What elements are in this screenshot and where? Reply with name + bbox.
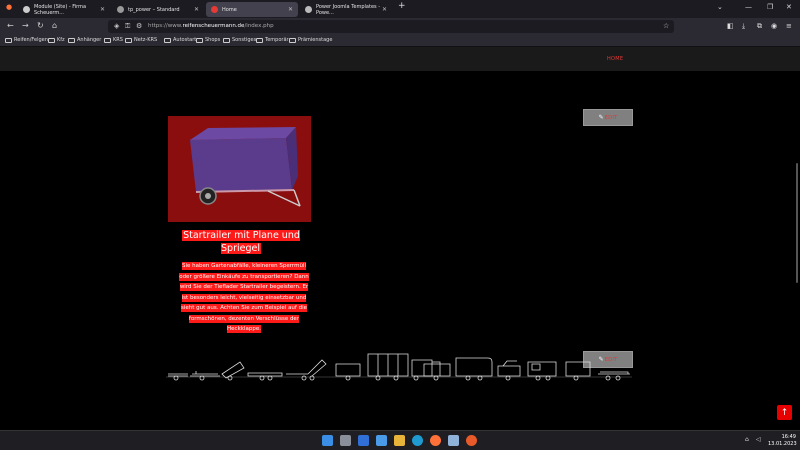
- forward-icon[interactable]: →: [22, 21, 29, 30]
- folder-icon: [256, 37, 263, 43]
- minimize-icon[interactable]: —: [745, 3, 752, 11]
- app-icon[interactable]: [466, 435, 477, 446]
- back-icon[interactable]: ←: [7, 21, 14, 30]
- browser-tabbar: ● Module (Site) - Firma Scheuerm... ✕ tp…: [0, 0, 800, 18]
- taskbar-clock[interactable]: 16:49 13.01.2023: [768, 434, 797, 448]
- product-image: [168, 116, 311, 222]
- settings-icon: [117, 6, 124, 13]
- firefox-icon[interactable]: [430, 435, 441, 446]
- trailer-lineup-illustration: [166, 353, 632, 381]
- account-icon[interactable]: ◉: [771, 22, 777, 30]
- network-icon[interactable]: ⌂: [745, 436, 749, 443]
- clock-date: 13.01.2023: [768, 441, 797, 447]
- trailer-with-tarp-illustration: [190, 127, 301, 207]
- url-text: https://www.reifenscheuermann.de/index.p…: [148, 23, 274, 29]
- bookmark-folder[interactable]: Autostart: [164, 37, 196, 43]
- product-description: Sie haben Gartenabfälle, kleineren Sperr…: [179, 262, 309, 333]
- calendar-icon[interactable]: [358, 435, 369, 446]
- bookmark-folder[interactable]: Reifen/Felgen: [5, 37, 48, 43]
- folder-icon: [223, 37, 230, 43]
- folder-icon: [125, 37, 132, 43]
- bookmark-folder[interactable]: Prämienstage: [289, 37, 332, 43]
- folder-icon: [164, 37, 171, 43]
- tab-module-site[interactable]: Module (Site) - Firma Scheuerm... ✕: [18, 2, 110, 17]
- downloads-icon[interactable]: ⤓: [742, 22, 745, 31]
- folder-icon: [289, 37, 296, 43]
- site-header: HOME: [0, 47, 800, 71]
- product-title: Startrailer mit Plane und Spriegel: [182, 230, 300, 254]
- firefox-menu-icon[interactable]: ●: [6, 3, 12, 11]
- tab-tp-power[interactable]: tp_power – Standard ✕: [112, 2, 204, 17]
- windows-start-icon[interactable]: [322, 435, 333, 446]
- clock-time: 16:49: [781, 434, 796, 440]
- lock-icon[interactable]: ⚿: [125, 22, 130, 31]
- tab-label: Module (Site) - Firma Scheuerm...: [34, 3, 87, 16]
- tab-label: Power Joomla Templates - Powe...: [316, 3, 381, 16]
- shield-icon[interactable]: ◈: [114, 22, 119, 30]
- edit-module-button[interactable]: ✎ EDIT: [583, 109, 633, 126]
- close-tab-icon[interactable]: ✕: [288, 6, 293, 13]
- bookmarks-bar: Reifen/Felgen Kfz Anhänger KRS Netz-KRS …: [0, 35, 800, 47]
- bookmark-folder[interactable]: Netz-KRS: [125, 37, 157, 43]
- close-tab-icon[interactable]: ✕: [382, 6, 387, 13]
- joomla-icon: [23, 6, 30, 13]
- bookmark-folder[interactable]: Temporär: [256, 37, 289, 43]
- page-scrollbar[interactable]: [796, 163, 798, 283]
- explorer-icon[interactable]: [394, 435, 405, 446]
- tab-label: tp_power – Standard: [128, 6, 180, 13]
- home-icon[interactable]: ⌂: [52, 21, 57, 30]
- bookmark-folder[interactable]: Kfz: [48, 37, 65, 43]
- joomla-icon: [305, 6, 312, 13]
- folder-icon: [68, 37, 75, 43]
- bookmark-folder[interactable]: Sonstiges: [223, 37, 256, 43]
- windows-taskbar: ⌂ ◁ 16:49 13.01.2023: [0, 430, 800, 450]
- notepad-icon[interactable]: [340, 435, 351, 446]
- folder-icon: [196, 37, 203, 43]
- menu-home-link[interactable]: HOME: [607, 56, 623, 62]
- bookmark-folder[interactable]: Anhänger: [68, 37, 101, 43]
- permissions-icon[interactable]: ⚙: [136, 22, 142, 30]
- edge-icon[interactable]: [412, 435, 423, 446]
- bookmark-folder[interactable]: KRS: [104, 37, 123, 43]
- folder-icon: [48, 37, 55, 43]
- app-menu-icon[interactable]: ≡: [786, 22, 792, 30]
- edit-icon: ✎: [598, 114, 604, 121]
- tab-home[interactable]: Home ✕: [206, 2, 298, 17]
- reload-icon[interactable]: ↻: [37, 21, 44, 30]
- tab-list-icon[interactable]: ⌄: [717, 3, 723, 11]
- bookmark-folder[interactable]: Shops: [196, 37, 220, 43]
- tab-label: Home: [222, 6, 237, 13]
- bookmark-star-icon[interactable]: ☆: [663, 22, 669, 30]
- folder-icon: [5, 37, 12, 43]
- url-bar[interactable]: ◈ ⚿ ⚙ https://www.reifenscheuermann.de/i…: [108, 20, 674, 33]
- pocket-icon[interactable]: ◧: [727, 22, 734, 30]
- new-tab-button[interactable]: +: [398, 1, 406, 11]
- extensions-icon[interactable]: ⧉: [757, 22, 762, 31]
- browser-navbar: ← → ↻ ⌂ ◈ ⚿ ⚙ https://www.reifenscheuerm…: [0, 18, 800, 35]
- close-tab-icon[interactable]: ✕: [194, 6, 199, 13]
- close-tab-icon[interactable]: ✕: [100, 6, 105, 13]
- tab-power-joomla[interactable]: Power Joomla Templates - Powe... ✕: [300, 2, 392, 17]
- scroll-to-top-button[interactable]: ↑: [777, 405, 792, 420]
- calculator-icon[interactable]: [448, 435, 459, 446]
- maximize-icon[interactable]: ❐: [767, 3, 773, 11]
- close-window-icon[interactable]: ✕: [786, 3, 792, 11]
- site-favicon-icon: [211, 6, 218, 13]
- tools-icon[interactable]: [376, 435, 387, 446]
- folder-icon: [104, 37, 111, 43]
- volume-icon[interactable]: ◁: [756, 436, 761, 443]
